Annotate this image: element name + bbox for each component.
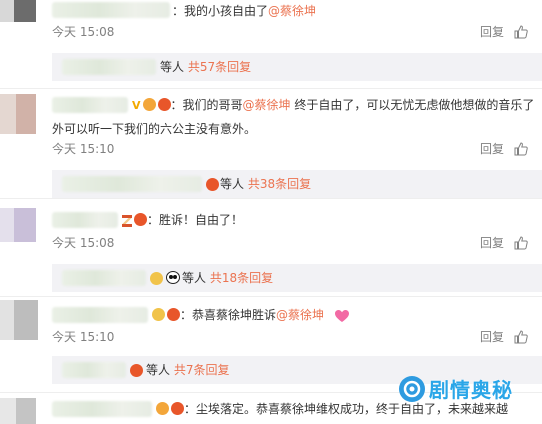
more-replies-link[interactable]: 共38条回复 <box>248 177 311 191</box>
level-badge-icon <box>130 364 143 377</box>
comment-text-continued: 外可以听一下我们的六公主没有意外。 <box>52 122 257 136</box>
more-replies-link[interactable]: 共18条回复 <box>210 271 273 285</box>
reply-button[interactable]: 回复 <box>480 141 504 157</box>
vip-badge-icon <box>152 308 165 321</box>
avatar[interactable] <box>0 94 44 134</box>
thumbs-up-icon[interactable] <box>514 142 528 156</box>
sub-replies-text: 等人 共7条回复 <box>146 363 230 377</box>
divider <box>0 296 542 297</box>
vip-badge-icon <box>142 98 156 111</box>
verified-v-icon: V <box>132 98 141 112</box>
username-blurred[interactable] <box>52 401 152 417</box>
sub-usernames-blurred[interactable] <box>62 270 146 286</box>
level-badge-icon <box>157 98 171 111</box>
thumbs-up-icon[interactable] <box>514 236 528 250</box>
panda-icon <box>166 271 180 284</box>
comment-text: ：恭喜蔡徐坤胜诉@蔡徐坤 <box>150 306 350 324</box>
username-blurred[interactable] <box>52 212 118 228</box>
level-badge-icon <box>206 178 219 191</box>
reply-button[interactable]: 回复 <box>480 329 504 345</box>
sub-usernames-blurred[interactable] <box>62 176 202 192</box>
reply-button[interactable]: 回复 <box>480 24 504 40</box>
level-badge-icon <box>134 213 147 226</box>
comment-time: 今天 15:10 <box>52 142 115 156</box>
username-blurred[interactable] <box>52 2 170 18</box>
sub-usernames-blurred[interactable] <box>62 362 126 378</box>
watermark: 剧情奥秘 <box>399 372 542 414</box>
comment-time: 今天 15:08 <box>52 25 115 39</box>
comment-time: 今天 15:10 <box>52 330 115 344</box>
mention-link[interactable]: @蔡徐坤 <box>243 98 291 112</box>
hourglass-badge-icon <box>122 214 132 227</box>
watermark-text: 剧情奥秘 <box>429 378 513 402</box>
heart-icon <box>334 309 349 322</box>
avatar[interactable] <box>0 208 44 242</box>
comment-text: ：我的小孩自由了@蔡徐坤 <box>172 4 317 18</box>
vip-badge-icon <box>156 402 169 415</box>
sub-usernames-blurred[interactable] <box>62 59 156 75</box>
sub-replies-text: 等人 共57条回复 <box>160 60 252 74</box>
avatar[interactable] <box>0 0 44 22</box>
sub-replies: 等人 共57条回复 <box>52 53 542 81</box>
reply-button[interactable]: 回复 <box>480 235 504 251</box>
thumbs-up-icon[interactable] <box>514 25 528 39</box>
comment-text: ：胜诉！自由了！ <box>120 211 243 229</box>
divider <box>0 88 542 89</box>
level-badge-icon <box>150 272 163 285</box>
sub-replies: 等人 共38条回复 <box>52 170 542 198</box>
comment-text: V ：我们的哥哥@蔡徐坤 终于自由了，可以无忧无虑做他想做的音乐了 <box>130 96 534 115</box>
sub-replies: 等人 共18条回复 <box>52 264 542 292</box>
comment-time: 今天 15:08 <box>52 236 115 250</box>
mention-link[interactable]: @蔡徐坤 <box>276 308 324 322</box>
username-blurred[interactable] <box>52 307 148 323</box>
sub-replies-text: 等人 共38条回复 <box>220 177 312 191</box>
more-replies-link[interactable]: 共7条回复 <box>174 363 230 377</box>
thumbs-up-icon[interactable] <box>514 330 528 344</box>
username-blurred[interactable] <box>52 97 128 113</box>
mention-link[interactable]: @蔡徐坤 <box>268 4 316 18</box>
avatar[interactable] <box>0 398 44 424</box>
avatar[interactable] <box>0 300 44 340</box>
more-replies-link[interactable]: 共57条回复 <box>188 60 251 74</box>
level-badge-icon <box>167 308 180 321</box>
watermark-logo-icon <box>399 376 425 402</box>
level-badge-icon <box>171 402 184 415</box>
divider <box>0 198 542 199</box>
sub-replies-text: 等人 共18条回复 <box>182 271 274 285</box>
